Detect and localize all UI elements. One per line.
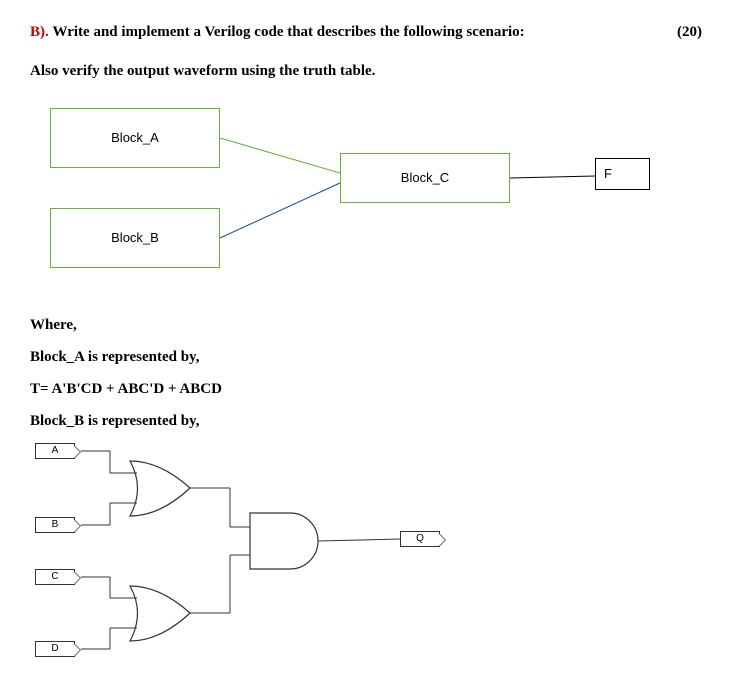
question-subtext: Also verify the output waveform using th… (30, 59, 702, 83)
pin-q-label: Q (416, 531, 424, 547)
output-pin-q: Q (400, 531, 440, 547)
gate-diagram: A B C D Q (30, 441, 480, 661)
block-a-label: Block_A (111, 128, 159, 149)
block-diagram: Block_A Block_B Block_C F (30, 103, 702, 303)
equation-t: T= A'B'CD + ABC'D + ABCD (30, 377, 702, 401)
question-header: B). Write and implement a Verilog code t… (30, 20, 702, 44)
block-b-rep: Block_B is represented by, (30, 409, 702, 433)
block-b: Block_B (50, 208, 220, 268)
where-heading: Where, (30, 313, 702, 337)
block-f: F (595, 158, 650, 190)
or-gate-bottom (130, 586, 190, 641)
where-section: Where, Block_A is represented by, T= A'B… (30, 313, 702, 433)
block-c-label: Block_C (401, 168, 449, 189)
question-points: (20) (677, 20, 702, 44)
gate-svg (30, 441, 480, 661)
question-label: B). (30, 24, 49, 40)
pin-b-label: B (52, 517, 59, 533)
question-text-line: B). Write and implement a Verilog code t… (30, 20, 525, 44)
input-pin-d: D (35, 641, 75, 657)
input-pin-c: C (35, 569, 75, 585)
pin-a-label: A (52, 443, 59, 459)
input-pin-a: A (35, 443, 75, 459)
pin-c-label: C (51, 569, 58, 585)
block-c: Block_C (340, 153, 510, 203)
and-gate (250, 513, 318, 569)
block-f-label: F (604, 164, 612, 185)
question-text: Write and implement a Verilog code that … (53, 24, 525, 40)
pin-d-label: D (51, 641, 58, 657)
block-a: Block_A (50, 108, 220, 168)
block-b-label: Block_B (111, 228, 159, 249)
input-pin-b: B (35, 517, 75, 533)
block-a-rep: Block_A is represented by, (30, 345, 702, 369)
or-gate-top (130, 461, 190, 516)
